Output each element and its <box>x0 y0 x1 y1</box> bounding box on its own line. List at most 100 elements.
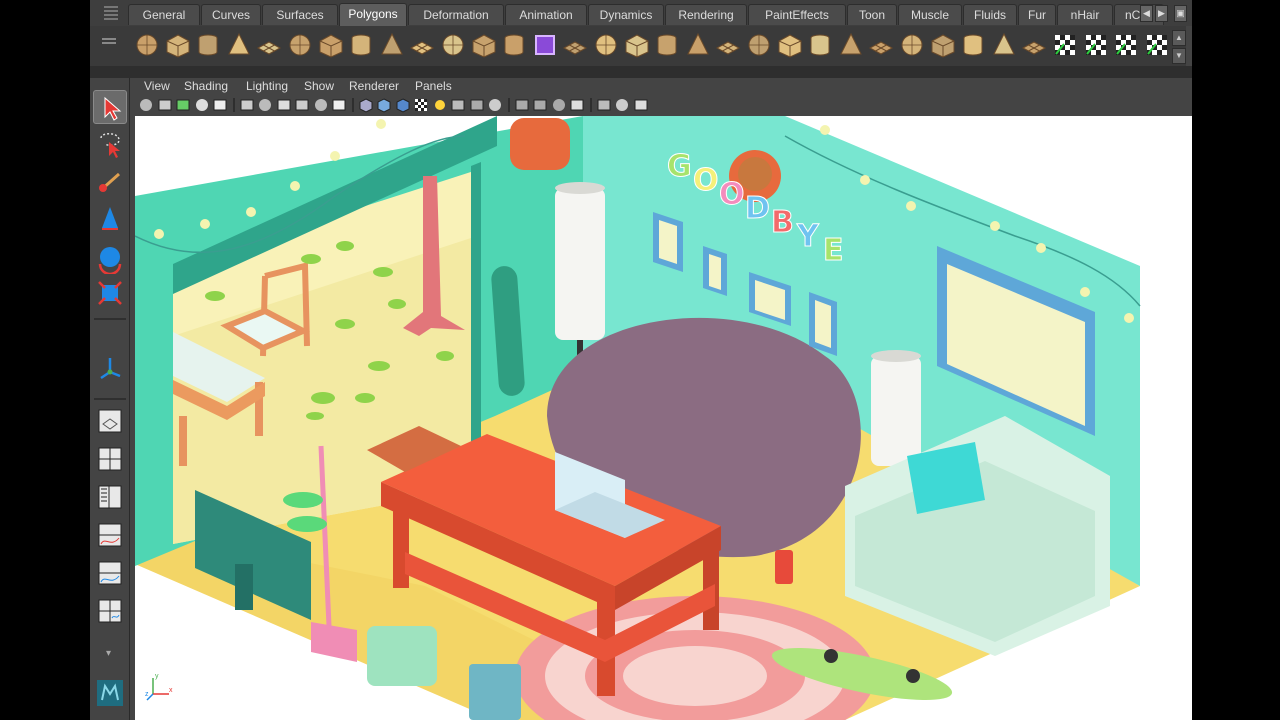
tab-curves[interactable]: Curves <box>201 4 261 25</box>
four-view-icon[interactable] <box>93 442 127 476</box>
select-tool-icon[interactable] <box>93 90 127 124</box>
panel-menu-shading[interactable]: Shading <box>184 78 228 94</box>
triangulate-icon[interactable] <box>928 30 958 62</box>
film-gate-icon[interactable] <box>239 97 255 113</box>
poly-cube-icon[interactable] <box>163 30 193 62</box>
poly-plane-icon[interactable] <box>254 30 284 62</box>
shelf-menu-icon[interactable] <box>102 38 116 48</box>
shelf-options[interactable] <box>90 26 128 66</box>
maya-logo-icon[interactable] <box>93 676 127 710</box>
boolean-icon[interactable] <box>469 30 499 62</box>
panel-menu-view[interactable]: View <box>144 78 170 94</box>
smooth-shade-icon[interactable] <box>376 97 392 113</box>
multisample-icon[interactable] <box>569 97 585 113</box>
tab-painteffects[interactable]: PaintEffects <box>748 4 846 25</box>
tab-nhair[interactable]: nHair <box>1057 4 1113 25</box>
shelf-scroll-down-icon[interactable]: ▼ <box>1172 48 1186 64</box>
tab-general[interactable]: General <box>128 4 200 25</box>
tab-rendering[interactable]: Rendering <box>665 4 747 25</box>
field-chart-icon[interactable] <box>294 97 310 113</box>
harden-icon[interactable] <box>897 30 927 62</box>
tab-surfaces[interactable]: Surfaces <box>262 4 338 25</box>
backface-icon[interactable] <box>614 97 630 113</box>
component-icon[interactable] <box>633 97 649 113</box>
select-camera-icon[interactable] <box>138 97 154 113</box>
wireframe-icon[interactable] <box>358 97 374 113</box>
gate-mask-icon[interactable] <box>276 97 292 113</box>
bevel-icon[interactable] <box>652 30 682 62</box>
shadows-icon[interactable] <box>450 97 466 113</box>
viewport-3d[interactable]: GOODBYE y x z <box>135 116 1192 720</box>
use-lights-icon[interactable] <box>432 97 448 113</box>
offset-loop-icon[interactable] <box>775 30 805 62</box>
textured-icon[interactable] <box>413 97 429 113</box>
tab-scroll-left-icon[interactable]: ◀ <box>1140 5 1153 22</box>
bridge-icon[interactable] <box>622 30 652 62</box>
hypershade-layout-icon[interactable] <box>93 556 127 590</box>
shelf-trash-icon[interactable]: ▣ <box>1174 5 1187 22</box>
wireframe-on-shaded-icon[interactable] <box>395 97 411 113</box>
ambient-occlusion-icon[interactable] <box>532 97 548 113</box>
cylindrical-map-icon[interactable] <box>1081 30 1111 62</box>
planar-map-icon[interactable] <box>1050 30 1080 62</box>
soccer-ball-icon[interactable] <box>377 30 407 62</box>
uv-editor-icon[interactable] <box>1019 30 1049 62</box>
poly-sphere-icon[interactable] <box>132 30 162 62</box>
poly-cylinder-icon[interactable] <box>193 30 223 62</box>
create-polygon-icon[interactable] <box>530 30 560 62</box>
isolate-select-icon[interactable] <box>487 97 503 113</box>
shelf-scroll[interactable]: ▲ ▼ <box>1172 30 1186 64</box>
mirror-icon[interactable] <box>958 30 988 62</box>
poly-pyramid-icon[interactable] <box>316 30 346 62</box>
menu-more-icon[interactable]: ▾ <box>93 634 127 668</box>
insert-loop-icon[interactable] <box>744 30 774 62</box>
tab-fur[interactable]: Fur <box>1018 4 1056 25</box>
tab-muscle[interactable]: Muscle <box>898 4 962 25</box>
image-plane-icon[interactable] <box>194 97 210 113</box>
append-polygon-icon[interactable] <box>560 30 590 62</box>
tab-animation[interactable]: Animation <box>505 4 587 25</box>
merge-icon[interactable] <box>683 30 713 62</box>
tab-deformation[interactable]: Deformation <box>408 4 504 25</box>
fill-hole-icon[interactable] <box>805 30 835 62</box>
bounding-box-icon[interactable] <box>596 97 612 113</box>
split-icon[interactable] <box>713 30 743 62</box>
tab-scroll-right-icon[interactable]: ▶ <box>1155 5 1168 22</box>
resolution-gate-icon[interactable] <box>257 97 273 113</box>
motion-blur-icon[interactable] <box>551 97 567 113</box>
panel-menu-show[interactable]: Show <box>304 78 334 94</box>
single-view-icon[interactable] <box>93 404 127 438</box>
soften-icon[interactable] <box>866 30 896 62</box>
grid-toggle-icon[interactable] <box>212 97 228 113</box>
xray-icon[interactable] <box>469 97 485 113</box>
tab-fluids[interactable]: Fluids <box>963 4 1017 25</box>
outliner-layout-icon[interactable] <box>93 480 127 514</box>
lasso-tool-icon[interactable] <box>93 128 127 162</box>
auto-map-icon[interactable] <box>1142 30 1172 62</box>
manipulator-icon[interactable] <box>93 352 127 386</box>
graph-layout-icon[interactable] <box>93 518 127 552</box>
tab-polygons[interactable]: Polygons <box>339 3 407 26</box>
tab-dynamics[interactable]: Dynamics <box>588 4 664 25</box>
separate-icon[interactable] <box>438 30 468 62</box>
poly-cone-icon[interactable] <box>224 30 254 62</box>
extrude-icon[interactable] <box>591 30 621 62</box>
safe-action-icon[interactable] <box>313 97 329 113</box>
rotate-tool-icon[interactable] <box>93 240 127 276</box>
camera-attr-icon[interactable] <box>157 97 173 113</box>
panel-menu-panels[interactable]: Panels <box>415 78 452 94</box>
smooth-cube-icon[interactable] <box>499 30 529 62</box>
reduce-icon[interactable] <box>836 30 866 62</box>
poly-torus-icon[interactable] <box>285 30 315 62</box>
scale-tool-icon[interactable] <box>93 276 127 310</box>
safe-title-icon[interactable] <box>331 97 347 113</box>
bookmark-icon[interactable] <box>175 97 191 113</box>
shelf-scroll-up-icon[interactable]: ▲ <box>1172 30 1186 46</box>
move-tool-icon[interactable] <box>93 202 127 236</box>
panel-menu-lighting[interactable]: Lighting <box>246 78 288 94</box>
viewport2-icon[interactable] <box>514 97 530 113</box>
spherical-map-icon[interactable] <box>1111 30 1141 62</box>
poly-pipe-icon[interactable] <box>346 30 376 62</box>
paint-select-icon[interactable] <box>93 164 127 198</box>
panel-menu-renderer[interactable]: Renderer <box>349 78 399 94</box>
